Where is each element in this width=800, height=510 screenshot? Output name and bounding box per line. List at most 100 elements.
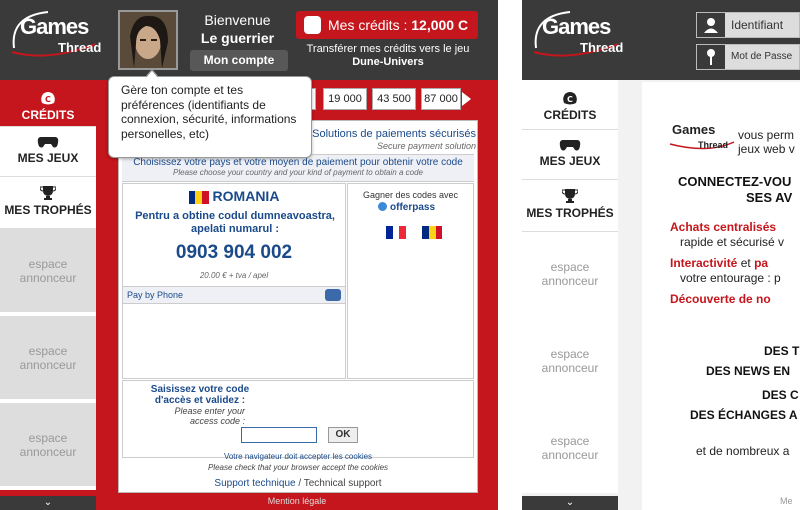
small-logo-swoosh-icon: Games Thread xyxy=(669,122,735,150)
sidebar-item-games[interactable]: MES JEUX xyxy=(522,130,618,180)
phone-payment-box: ROMANIA Pentru a obtine codul dumneavoas… xyxy=(122,183,346,379)
transfer-credits-link[interactable]: Transférer mes crédits vers le jeu Dune-… xyxy=(298,43,478,69)
games-thread-logo[interactable]: Games Thread xyxy=(530,8,625,63)
bullet-conjunction: et xyxy=(740,256,751,270)
avatar[interactable] xyxy=(118,10,178,70)
headline-line2: SES AV xyxy=(746,190,793,205)
password-placeholder: Mot de Passe xyxy=(731,51,793,62)
sidebar-item-trophies[interactable]: MES TROPHÉS xyxy=(0,177,96,229)
amount-option[interactable]: 19 000 xyxy=(323,88,367,110)
support-link-fr[interactable]: Support technique xyxy=(214,478,295,489)
sidebar-credits-label: CRÉDITS xyxy=(21,108,75,122)
coin-bag-icon: C xyxy=(563,92,577,105)
transfer-label: Transférer mes crédits vers le jeu xyxy=(306,43,470,55)
svg-text:Games: Games xyxy=(672,122,715,137)
sidebar-trophies-label: MES TROPHÉS xyxy=(4,203,92,217)
call-price: 20.00 € + tva / apel xyxy=(199,271,269,280)
legal-mention-link[interactable]: Mention légale xyxy=(96,496,498,506)
games-thread-logo[interactable]: Games Thread xyxy=(8,8,103,63)
support-links: Support technique / Technical support xyxy=(122,478,474,489)
pay-by-phone-label: Pay by Phone xyxy=(127,290,184,300)
avatar-portrait-icon xyxy=(120,12,176,68)
account-tooltip: Gère ton compte et tes préférences (iden… xyxy=(108,69,312,158)
ad-line1: espace xyxy=(550,347,590,361)
legal-mention-link[interactable]: Me xyxy=(780,496,793,506)
login-panel: Games Thread Identifiant Mot de Passe C … xyxy=(522,0,800,510)
chevron-right-icon[interactable] xyxy=(462,92,471,106)
cookies-notice-fr: Votre navigateur doit accepter les cooki… xyxy=(223,452,373,461)
coin-icon xyxy=(304,16,321,34)
country-flags xyxy=(386,224,454,242)
small-logo: Games Thread xyxy=(668,120,736,161)
choose-en-text: Please choose your country and your kind… xyxy=(173,168,423,177)
phone-icon xyxy=(325,289,341,301)
ad-space[interactable]: espace annonceur xyxy=(522,406,618,493)
offerpass-label: offerpass xyxy=(390,202,436,213)
ad-line2: annonceur xyxy=(541,361,599,375)
sidebar-item-credits[interactable]: C CRÉDITS xyxy=(0,80,96,127)
support-link-en[interactable]: Technical support xyxy=(304,478,382,489)
romania-flag-icon xyxy=(188,190,209,204)
ok-button[interactable]: OK xyxy=(328,427,358,443)
code-label-en: Please enter your access code : xyxy=(174,406,245,426)
svg-text:C: C xyxy=(45,95,51,104)
ad-space[interactable]: espace annonceur xyxy=(522,319,618,406)
my-account-button[interactable]: Mon compte xyxy=(190,50,288,71)
code-label-fr: Saisissez votre code d'accès et validez … xyxy=(150,384,250,406)
sidebar: C CRÉDITS MES JEUX MES TROPHÉS espace an xyxy=(0,80,96,510)
feature-caps: DES ÉCHANGES A xyxy=(690,408,798,422)
feature-caps: DES C xyxy=(762,388,799,402)
logo-games-text: Games xyxy=(542,14,611,39)
ad-line1: espace xyxy=(28,431,68,445)
payment-subtitle: Secure payment solution xyxy=(376,141,476,151)
access-code-input[interactable] xyxy=(241,427,317,443)
amount-option[interactable]: 43 500 xyxy=(372,88,416,110)
pay-by-phone-bar[interactable]: Pay by Phone xyxy=(123,286,345,304)
key-icon xyxy=(697,45,725,69)
logo-thread-text: Thread xyxy=(580,40,624,55)
ad-space[interactable]: espace annonceur xyxy=(522,232,618,319)
earn-codes-text: Gagner des codes avec xyxy=(362,190,459,200)
sidebar-games-label: MES JEUX xyxy=(17,151,79,165)
svg-text:C: C xyxy=(567,95,573,104)
ad-space[interactable]: espace annonceur xyxy=(0,403,96,490)
bullet-highlight: Achats centralisés xyxy=(670,220,777,234)
sidebar-item-games[interactable]: MES JEUX xyxy=(0,127,96,177)
ad-line2: annonceur xyxy=(19,358,77,372)
ad-line1: espace xyxy=(28,257,68,271)
bullet-text: rapide et sécurisé v xyxy=(680,235,785,249)
bullet-highlight: pa xyxy=(754,256,769,270)
ad-line1: espace xyxy=(550,260,590,274)
france-flag-icon[interactable] xyxy=(386,226,406,240)
chevron-down-icon[interactable]: ⌄ xyxy=(522,496,618,510)
ad-space[interactable]: espace annonceur xyxy=(0,316,96,403)
offerpass-box: Gagner des codes avec offerpass xyxy=(347,183,474,379)
my-credits-button[interactable]: Mes crédits : 12,000 C xyxy=(296,11,478,39)
password-field[interactable]: Mot de Passe xyxy=(696,44,800,70)
ad-line2: annonceur xyxy=(541,448,599,462)
sidebar-item-trophies[interactable]: MES TROPHÉS xyxy=(522,180,618,232)
intro-text: vous perm jeux web v xyxy=(738,128,795,156)
bullet-highlight: Découverte de no xyxy=(670,292,771,306)
intro-line1: vous perm xyxy=(738,128,795,142)
intro-line2: jeux web v xyxy=(738,142,795,156)
ad-space[interactable]: espace annonceur xyxy=(0,229,96,316)
welcome-block: Bienvenue Le guerrier xyxy=(190,12,285,46)
username-field[interactable]: Identifiant xyxy=(696,12,800,38)
sidebar-item-credits[interactable]: C CRÉDITS xyxy=(522,80,618,130)
offerpass-icon xyxy=(378,202,387,211)
credits-label: Mes crédits : xyxy=(328,17,408,33)
chevron-down-icon[interactable]: ⌄ xyxy=(0,496,96,510)
panel-separator xyxy=(498,0,522,510)
feature-caps: DES NEWS EN xyxy=(706,364,791,378)
coin-bag-icon: C xyxy=(41,92,55,105)
romania-flag-icon[interactable] xyxy=(422,226,443,240)
amount-option[interactable]: 87 000 xyxy=(421,88,461,110)
offerpass-logo[interactable]: offerpass xyxy=(378,202,435,213)
cookies-notice-en: Please check that your browser accept th… xyxy=(207,463,389,472)
top-bar: Games Thread Bienvenue Le guerrier Mon c… xyxy=(0,0,498,80)
credits-value: 12,000 C xyxy=(411,17,469,33)
support-separator: / xyxy=(298,478,302,489)
logged-in-panel: Games Thread Bienvenue Le guerrier Mon c… xyxy=(0,0,498,510)
access-code-area: Saisissez votre code d'accès et validez … xyxy=(122,380,474,458)
